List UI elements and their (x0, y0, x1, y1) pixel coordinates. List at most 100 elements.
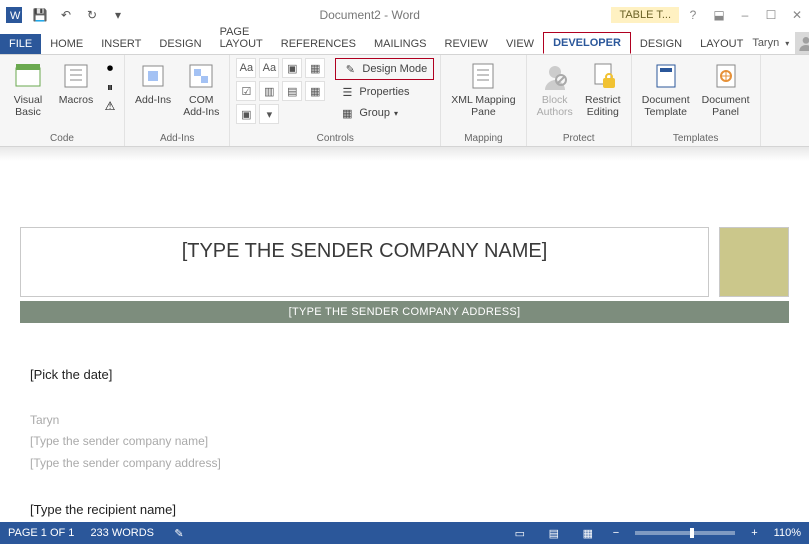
picture-control-icon[interactable]: ▣ (282, 58, 302, 78)
tab-review[interactable]: REVIEW (436, 34, 497, 54)
date-placeholder[interactable]: [Pick the date] (30, 363, 799, 386)
sender-name[interactable]: Taryn (30, 410, 799, 432)
group-protect: Block Authors Restrict Editing Protect (527, 55, 632, 146)
document-panel-icon (710, 60, 742, 92)
group-label-addins: Add-Ins (131, 131, 223, 144)
avatar (795, 32, 809, 54)
sender-company-placeholder[interactable]: [Type the sender company name] (30, 431, 799, 453)
group-controls: Aa Aa ▣ ▦ ☑ ▥ ▤ ▦ ▣ ▾ ✎ Design Mode ☰ Pr… (230, 55, 441, 146)
web-layout-icon[interactable]: ▦ (579, 524, 597, 542)
rich-text-control-icon[interactable]: Aa (236, 58, 256, 78)
document-area[interactable]: [TYPE THE SENDER COMPANY NAME] [TYPE THE… (0, 147, 809, 522)
ribbon-tabs: FILE HOME INSERT DESIGN PAGE LAYOUT REFE… (0, 30, 809, 55)
minimize-icon[interactable]: – (737, 8, 753, 22)
datepicker-control-icon[interactable]: ▦ (305, 81, 325, 101)
word-count[interactable]: 233 WORDS (90, 527, 154, 539)
save-icon[interactable]: 💾 (30, 5, 50, 25)
titlebar: W 💾 ↶ ↻ ▾ Document2 - Word TABLE T... ? … (0, 0, 809, 30)
group-addins: Add-Ins COM Add-Ins Add-Ins (125, 55, 230, 146)
design-mode-icon: ✎ (342, 61, 358, 77)
control-gallery: Aa Aa ▣ ▦ ☑ ▥ ▤ ▦ ▣ ▾ (236, 58, 325, 124)
block-authors-icon (539, 60, 571, 92)
group-templates: Document Template Document Panel Templat… (632, 55, 761, 146)
xml-mapping-button[interactable]: XML Mapping Pane (447, 58, 519, 120)
undo-icon[interactable]: ↶ (56, 5, 76, 25)
pause-macro-icon[interactable]: ⏸ (102, 79, 118, 95)
group-label-controls: Controls (236, 131, 434, 144)
document-template-button[interactable]: Document Template (638, 58, 694, 120)
user-name: Taryn (752, 37, 779, 49)
plain-text-control-icon[interactable]: Aa (259, 58, 279, 78)
repeating-control-icon[interactable]: ▣ (236, 104, 256, 124)
document-template-icon (650, 60, 682, 92)
design-mode-button[interactable]: ✎ Design Mode (335, 58, 434, 80)
tab-design[interactable]: DESIGN (150, 34, 210, 54)
com-addins-button[interactable]: COM Add-Ins (179, 58, 223, 120)
properties-button[interactable]: ☰ Properties (335, 83, 434, 101)
block-authors-button: Block Authors (533, 58, 577, 120)
group-code: Visual Basic Macros ⏺ ⏸ ⚠ Code (0, 55, 125, 146)
zoom-out-icon[interactable]: − (613, 527, 619, 539)
macros-button[interactable]: Macros (54, 58, 98, 108)
restrict-editing-button[interactable]: Restrict Editing (581, 58, 625, 120)
sender-address-placeholder[interactable]: [Type the sender company address] (30, 453, 799, 475)
tab-layout[interactable]: LAYOUT (691, 34, 752, 54)
svg-text:W: W (10, 10, 21, 22)
word-icon: W (4, 5, 24, 25)
zoom-value[interactable]: 110% (774, 527, 801, 539)
group-mapping: XML Mapping Pane Mapping (441, 55, 526, 146)
redo-icon[interactable]: ↻ (82, 5, 102, 25)
building-block-control-icon[interactable]: ▦ (305, 58, 325, 78)
combobox-control-icon[interactable]: ▥ (259, 81, 279, 101)
tab-insert[interactable]: INSERT (92, 34, 150, 54)
tab-view[interactable]: VIEW (497, 34, 543, 54)
print-layout-icon[interactable]: ▤ (545, 524, 563, 542)
restrict-editing-icon (587, 60, 619, 92)
help-icon[interactable]: ? (685, 8, 701, 22)
tab-design-2[interactable]: DESIGN (631, 34, 691, 54)
dropdown-control-icon[interactable]: ▤ (282, 81, 302, 101)
tab-file[interactable]: FILE (0, 34, 41, 54)
record-macro-icon[interactable]: ⏺ (102, 60, 118, 76)
tab-home[interactable]: HOME (41, 34, 92, 54)
tab-references[interactable]: REFERENCES (272, 34, 365, 54)
company-name-placeholder[interactable]: [TYPE THE SENDER COMPANY NAME] (182, 240, 548, 262)
macros-icon (60, 60, 92, 92)
proofing-icon[interactable]: ✎ (170, 524, 188, 542)
group-controls-button[interactable]: ▦ Group ▾ (335, 104, 434, 122)
group-label-templates: Templates (638, 131, 754, 144)
logo-placeholder[interactable] (719, 227, 789, 297)
properties-icon: ☰ (339, 84, 355, 100)
table-tools-context[interactable]: TABLE T... (611, 7, 679, 23)
tab-mailings[interactable]: MAILINGS (365, 34, 436, 54)
read-mode-icon[interactable]: ▭ (511, 524, 529, 542)
quick-access-toolbar: W 💾 ↶ ↻ ▾ (4, 5, 128, 25)
addins-button[interactable]: Add-Ins (131, 58, 175, 108)
document-page: [TYPE THE SENDER COMPANY NAME] [TYPE THE… (0, 167, 809, 522)
recipient-name-placeholder[interactable]: [Type the recipient name] (30, 498, 799, 521)
doc-title: Document2 - Word (128, 8, 611, 22)
user-account[interactable]: Taryn ▾ (752, 32, 809, 54)
page-indicator[interactable]: PAGE 1 OF 1 (8, 527, 74, 539)
checkbox-control-icon[interactable]: ☑ (236, 81, 256, 101)
document-panel-button[interactable]: Document Panel (698, 58, 754, 120)
ribbon: Visual Basic Macros ⏺ ⏸ ⚠ Code Add-Ins C… (0, 55, 809, 147)
group-label-code: Code (6, 131, 118, 144)
zoom-in-icon[interactable]: + (751, 527, 757, 539)
group-icon: ▦ (339, 105, 355, 121)
zoom-slider[interactable] (635, 531, 735, 535)
maximize-icon[interactable]: ☐ (763, 8, 779, 22)
group-label-protect: Protect (533, 131, 625, 144)
macro-security-icon[interactable]: ⚠ (102, 98, 118, 114)
tab-page-layout[interactable]: PAGE LAYOUT (211, 22, 272, 54)
qat-customize-icon[interactable]: ▾ (108, 5, 128, 25)
company-address-placeholder[interactable]: [TYPE THE SENDER COMPANY ADDRESS] (289, 306, 521, 318)
window-buttons: ? ⬓ – ☐ ✕ (685, 8, 805, 22)
group-label-mapping: Mapping (447, 131, 519, 144)
status-bar: PAGE 1 OF 1 233 WORDS ✎ ▭ ▤ ▦ − + 110% (0, 522, 809, 544)
tab-developer[interactable]: DEVELOPER (543, 32, 631, 54)
legacy-tools-icon[interactable]: ▾ (259, 104, 279, 124)
close-icon[interactable]: ✕ (789, 8, 805, 22)
visual-basic-button[interactable]: Visual Basic (6, 58, 50, 120)
ribbon-display-icon[interactable]: ⬓ (711, 8, 727, 22)
